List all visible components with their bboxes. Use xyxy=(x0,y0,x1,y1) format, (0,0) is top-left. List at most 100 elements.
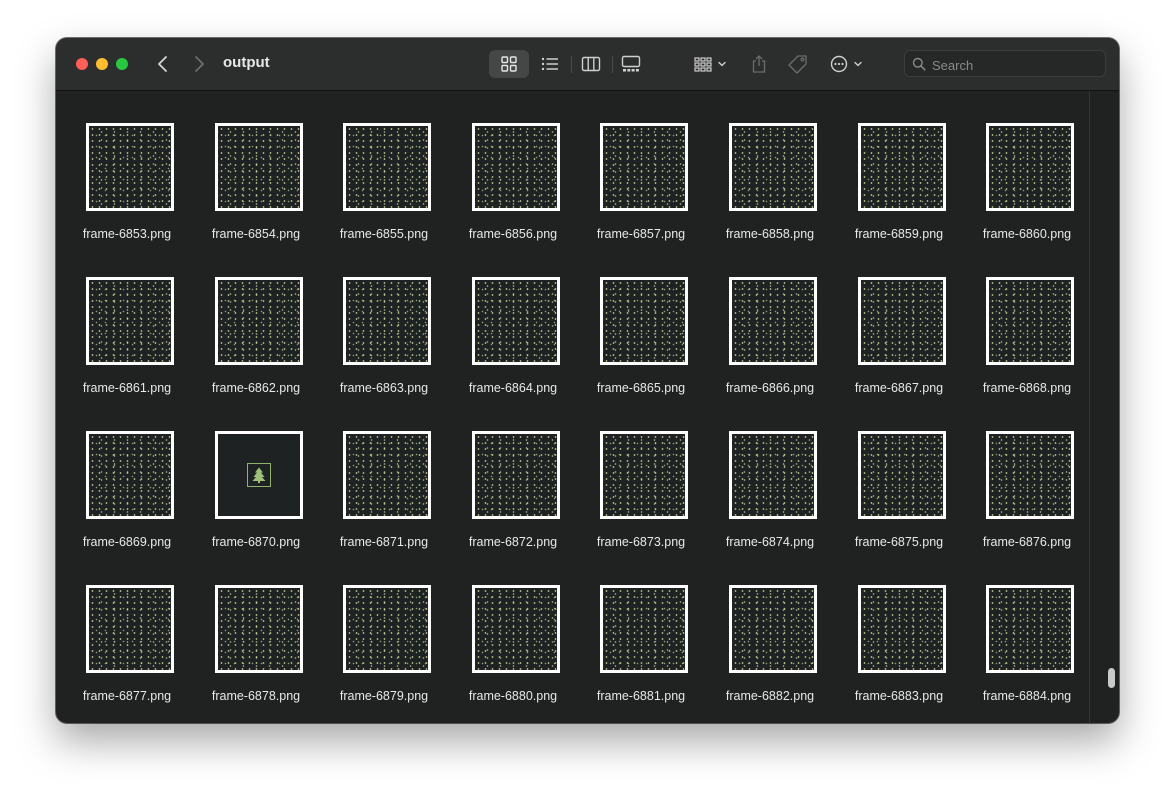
file-item[interactable]: frame-6853.png xyxy=(70,123,190,253)
more-actions-icon xyxy=(830,55,862,73)
file-name: frame-6864.png xyxy=(468,381,558,395)
file-name: frame-6855.png xyxy=(339,227,429,241)
file-item[interactable]: frame-6873.png xyxy=(584,431,704,561)
group-by-button[interactable] xyxy=(689,50,731,78)
close-window-button[interactable] xyxy=(76,58,88,70)
file-item[interactable]: frame-6861.png xyxy=(70,277,190,407)
file-thumbnail xyxy=(472,123,560,211)
file-item[interactable]: frame-6863.png xyxy=(327,277,447,407)
file-name: frame-6878.png xyxy=(211,689,301,703)
file-grid: frame-6853.png frame-6854.png frame-6855.p… xyxy=(56,91,1119,723)
file-item[interactable]: frame-6865.png xyxy=(584,277,704,407)
file-name: frame-6879.png xyxy=(339,689,429,703)
file-item[interactable]: frame-6881.png xyxy=(584,585,704,715)
zoom-window-button[interactable] xyxy=(116,58,128,70)
file-item[interactable]: frame-6866.png xyxy=(713,277,833,407)
toolbar: output xyxy=(56,38,1119,91)
minimize-window-button[interactable] xyxy=(96,58,108,70)
file-item[interactable]: frame-6882.png xyxy=(713,585,833,715)
file-name: frame-6872.png xyxy=(468,535,558,549)
file-item[interactable]: frame-6876.png xyxy=(970,431,1090,561)
file-name: frame-6877.png xyxy=(82,689,172,703)
gallery-view-button[interactable] xyxy=(612,50,650,78)
more-actions-button[interactable] xyxy=(826,50,868,78)
file-name: frame-6862.png xyxy=(211,381,301,395)
group-by-icon xyxy=(694,57,726,72)
file-item[interactable]: frame-6875.png xyxy=(842,431,962,561)
file-thumbnail xyxy=(729,123,817,211)
file-item[interactable]: frame-6880.png xyxy=(456,585,576,715)
file-name: frame-6853.png xyxy=(82,227,172,241)
tag-icon xyxy=(788,55,807,74)
tag-button[interactable] xyxy=(784,50,812,78)
file-item[interactable]: frame-6864.png xyxy=(456,277,576,407)
chevron-left-icon xyxy=(158,56,167,72)
column-view-button[interactable] xyxy=(572,50,610,78)
file-thumbnail xyxy=(600,123,688,211)
file-item[interactable]: frame-6860.png xyxy=(970,123,1090,253)
file-item[interactable]: frame-6869.png xyxy=(70,431,190,561)
search-input[interactable] xyxy=(930,54,1104,76)
file-thumbnail xyxy=(600,277,688,365)
file-name: frame-6871.png xyxy=(339,535,429,549)
tree-icon xyxy=(247,463,271,487)
file-item[interactable]: frame-6858.png xyxy=(713,123,833,253)
scrollbar-thumb[interactable] xyxy=(1108,668,1115,688)
file-name: frame-6861.png xyxy=(82,381,172,395)
file-name: frame-6868.png xyxy=(982,381,1072,395)
file-item[interactable]: frame-6878.png xyxy=(199,585,319,715)
file-thumbnail xyxy=(600,585,688,673)
file-item[interactable]: frame-6868.png xyxy=(970,277,1090,407)
file-thumbnail xyxy=(215,277,303,365)
file-item[interactable]: frame-6859.png xyxy=(842,123,962,253)
file-name: frame-6870.png xyxy=(211,535,301,549)
grid-icon xyxy=(501,56,517,72)
file-item[interactable]: frame-6854.png xyxy=(199,123,319,253)
file-thumbnail xyxy=(986,277,1074,365)
file-item[interactable]: frame-6870.png xyxy=(199,431,319,561)
search-field[interactable] xyxy=(904,50,1106,77)
file-item[interactable]: frame-6879.png xyxy=(327,585,447,715)
file-thumbnail xyxy=(986,431,1074,519)
file-item[interactable]: frame-6884.png xyxy=(970,585,1090,715)
file-item[interactable]: frame-6867.png xyxy=(842,277,962,407)
file-item[interactable]: frame-6855.png xyxy=(327,123,447,253)
file-thumbnail xyxy=(729,277,817,365)
file-item[interactable]: frame-6862.png xyxy=(199,277,319,407)
file-name: frame-6865.png xyxy=(596,381,686,395)
list-view-button[interactable] xyxy=(531,50,569,78)
file-item[interactable]: frame-6874.png xyxy=(713,431,833,561)
file-thumbnail xyxy=(86,277,174,365)
file-thumbnail xyxy=(343,277,431,365)
file-name: frame-6867.png xyxy=(854,381,944,395)
list-icon xyxy=(541,57,558,71)
file-thumbnail xyxy=(86,585,174,673)
file-name: frame-6873.png xyxy=(596,535,686,549)
file-name: frame-6881.png xyxy=(596,689,686,703)
file-name: frame-6875.png xyxy=(854,535,944,549)
file-name: frame-6874.png xyxy=(725,535,815,549)
file-thumbnail xyxy=(472,277,560,365)
file-item[interactable]: frame-6856.png xyxy=(456,123,576,253)
file-thumbnail xyxy=(858,585,946,673)
file-thumbnail xyxy=(729,431,817,519)
columns-icon xyxy=(581,56,601,72)
share-icon xyxy=(752,55,766,73)
search-icon xyxy=(912,57,926,71)
file-thumbnail xyxy=(86,431,174,519)
file-name: frame-6866.png xyxy=(725,381,815,395)
file-item[interactable]: frame-6877.png xyxy=(70,585,190,715)
file-item[interactable]: frame-6857.png xyxy=(584,123,704,253)
file-item[interactable]: frame-6883.png xyxy=(842,585,962,715)
icon-view-button[interactable] xyxy=(489,50,529,78)
gallery-icon xyxy=(621,55,641,72)
forward-button[interactable] xyxy=(187,52,211,76)
share-button[interactable] xyxy=(746,50,772,78)
file-thumbnail xyxy=(472,585,560,673)
file-name: frame-6882.png xyxy=(725,689,815,703)
file-item[interactable]: frame-6871.png xyxy=(327,431,447,561)
back-button[interactable] xyxy=(151,52,175,76)
file-thumbnail xyxy=(858,431,946,519)
file-item[interactable]: frame-6872.png xyxy=(456,431,576,561)
finder-window: output Search frame-6853.png frame-6854.… xyxy=(56,38,1119,723)
